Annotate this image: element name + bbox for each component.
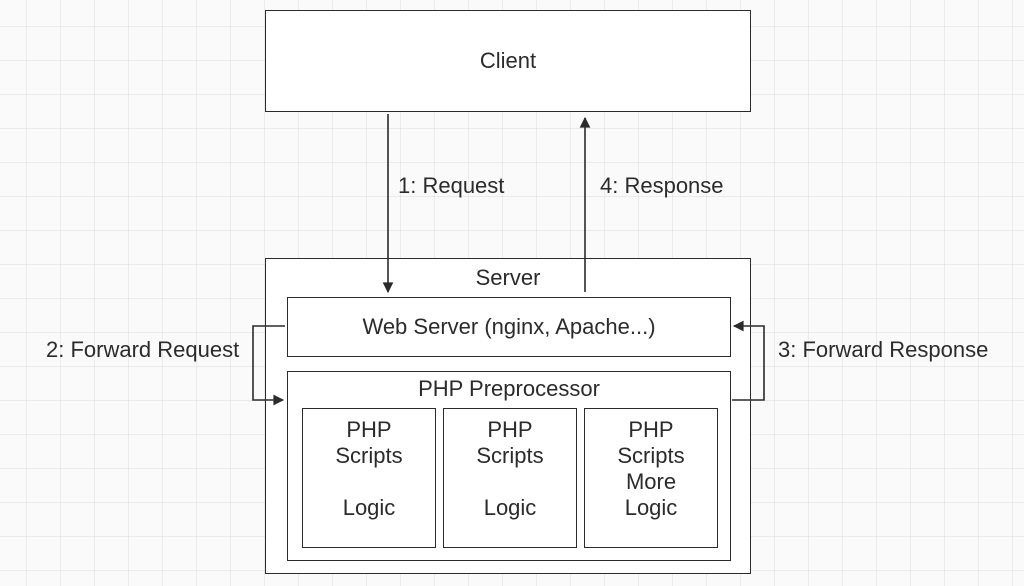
script-text: More — [585, 469, 717, 495]
web-server-label: Web Server (nginx, Apache...) — [362, 314, 655, 340]
php-script-box: PHP Scripts More Logic — [584, 408, 718, 548]
script-text: Scripts — [444, 443, 576, 469]
script-text: PHP — [303, 417, 435, 443]
diagram-canvas: Client Server Web Server (nginx, Apache.… — [0, 0, 1024, 586]
flow-label-request: 1: Request — [398, 173, 504, 199]
script-text: Logic — [303, 495, 435, 521]
flow-label-response: 4: Response — [600, 173, 724, 199]
script-text: Logic — [444, 495, 576, 521]
script-text: PHP — [585, 417, 717, 443]
server-box: Server Web Server (nginx, Apache...) PHP… — [265, 258, 751, 574]
script-text: PHP — [444, 417, 576, 443]
client-box: Client — [265, 10, 751, 112]
script-text — [303, 469, 435, 495]
php-preprocessor-box: PHP Preprocessor PHP Scripts Logic PHP S… — [287, 371, 731, 561]
flow-label-forward-response: 3: Forward Response — [778, 337, 988, 363]
script-text: Logic — [585, 495, 717, 521]
web-server-box: Web Server (nginx, Apache...) — [287, 297, 731, 357]
php-script-box: PHP Scripts Logic — [443, 408, 577, 548]
php-preprocessor-label: PHP Preprocessor — [288, 376, 730, 402]
flow-label-forward-request: 2: Forward Request — [46, 337, 239, 363]
script-text: Scripts — [585, 443, 717, 469]
script-text: Scripts — [303, 443, 435, 469]
php-script-box: PHP Scripts Logic — [302, 408, 436, 548]
server-label: Server — [266, 265, 750, 291]
script-text — [444, 469, 576, 495]
client-label: Client — [480, 48, 536, 74]
